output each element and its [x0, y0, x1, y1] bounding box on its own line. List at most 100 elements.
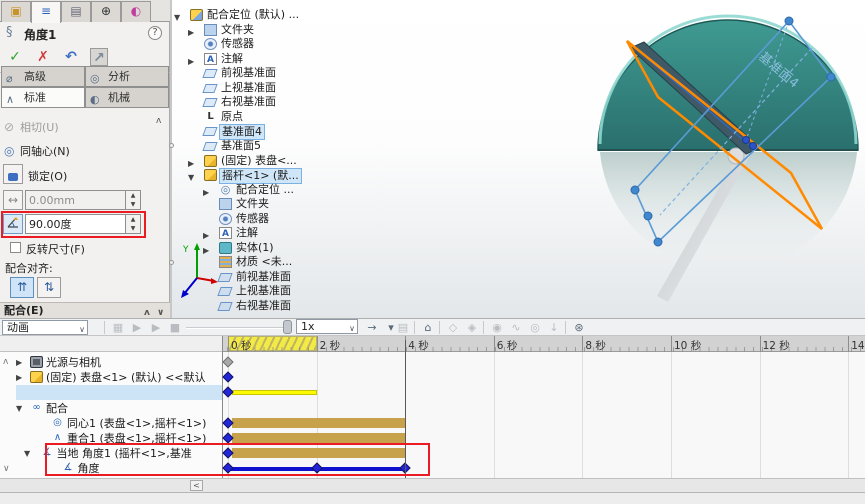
tree-item-label[interactable]: 基准面5 [221, 139, 261, 153]
tree-item-20[interactable]: 右视基准面 [0, 299, 420, 314]
tree-item-label[interactable]: 右视基准面 [221, 95, 276, 109]
spring-icon: ∿ [511, 321, 521, 334]
timeline-zoom-slider-handle[interactable] [283, 320, 292, 334]
motion-row-4[interactable]: ◎ 同心1 (表盘<1>,摇杆<1>) [0, 416, 222, 431]
annot-icon: A [204, 52, 217, 65]
plane-icon [217, 287, 233, 297]
annotation-box-angle-field [1, 211, 146, 238]
stop-icon: ■ [169, 321, 181, 334]
tree-item-2[interactable]: 传感器 [0, 37, 420, 52]
study-type-combo[interactable]: 动画 ∨ [2, 320, 88, 335]
solid-icon [219, 241, 232, 254]
tree-item-label[interactable]: 实体(1) [236, 241, 274, 255]
concentric-icon: ◎ [53, 416, 62, 428]
timeline-bar-gold[interactable] [232, 417, 406, 428]
tree-item-label[interactable]: 上视基准面 [221, 81, 276, 95]
tree-item-label[interactable]: 传感器 [236, 212, 269, 226]
model-3d-view[interactable]: 基准面4 [560, 0, 865, 315]
expand-arrow-icon[interactable]: ▶ [16, 373, 22, 382]
timeline-gridline [759, 352, 761, 478]
ruler-label: 12 秒 [762, 340, 790, 352]
tree-item-11[interactable]: ▼ 摇杆<1> (默... [0, 168, 420, 185]
ruler-major-tick [493, 336, 495, 352]
timeline-bar-yellow[interactable] [232, 390, 317, 396]
scroll-left-icon[interactable]: < [190, 480, 203, 491]
part-icon [204, 154, 217, 167]
tree-item-4[interactable]: 前视基准面 [0, 66, 420, 81]
motion-study-properties-icon[interactable]: ⊛ [571, 320, 587, 335]
motor-icon: ◉ [492, 321, 502, 334]
document-tab-bar: |◀◀▶▶|模型3D 视图运动算例 1 [0, 492, 865, 504]
tree-item-label[interactable]: 传感器 [221, 37, 254, 51]
expand-arrow-icon[interactable]: ▶ [16, 358, 22, 367]
animation-wizard-icon[interactable]: ⌂ [420, 320, 436, 335]
tree-item-9[interactable]: 基准面5 [0, 139, 420, 154]
motion-row-label[interactable]: (固定) 表盘<1> (默认) <<默认 [46, 370, 220, 385]
ruler-major-tick [582, 336, 584, 352]
playback-mode-icon[interactable]: → [364, 320, 380, 335]
timeline-gridline [493, 352, 495, 478]
tree-item-label[interactable]: 原点 [221, 110, 243, 124]
motion-row-1[interactable]: ▶ (固定) 表盘<1> (默认) <<默认 [0, 370, 222, 385]
tree-item-8[interactable]: 基准面4 [0, 124, 420, 141]
plane-icon [217, 272, 233, 282]
motion-row-label[interactable]: 同心1 (表盘<1>,摇杆<1>) [67, 416, 220, 431]
tree-item-12[interactable]: ▶ ◎ 配合定位 ... [0, 183, 420, 198]
motion-filter-bar: ▼▼▼▼▼ [0, 336, 222, 352]
part-icon [204, 169, 217, 182]
chevron-down-icon: ∨ [349, 324, 355, 333]
tree-item-label[interactable]: 注解 [221, 52, 243, 66]
row-highlight [16, 385, 222, 401]
plane-icon [202, 69, 218, 79]
tree-item-1[interactable]: ▶ 文件夹 [0, 23, 420, 38]
chevron-down-icon: ∨ [79, 325, 85, 334]
tree-item-13[interactable]: 文件夹 [0, 197, 420, 212]
scroll-down-icon[interactable]: ∨ [3, 464, 10, 474]
motion-row-3[interactable]: ▼ ∞ 配合 [0, 401, 222, 416]
playback-speed-combo[interactable]: 1x ∨ [296, 319, 358, 334]
ruler-label: 14 秒 [851, 340, 865, 352]
tree-item-3[interactable]: ▶ A 注解 [0, 52, 420, 67]
plane-icon [217, 302, 233, 311]
tree-item-label[interactable]: (固定) 表盘<... [221, 154, 297, 168]
tree-item-label[interactable]: 文件夹 [221, 23, 254, 37]
plane-icon [202, 98, 218, 108]
tree-item-label[interactable]: 注解 [236, 226, 258, 240]
tree-item-label[interactable]: 前视基准面 [236, 270, 291, 284]
tree-item-label[interactable]: 上视基准面 [236, 284, 291, 298]
sensor-icon [204, 38, 217, 51]
toolbar-separator [439, 321, 440, 334]
tree-item-16[interactable]: ▶ 实体(1) [0, 241, 420, 256]
tree-item-label[interactable]: 前视基准面 [221, 66, 276, 80]
motion-row-label[interactable]: 光源与相机 [46, 355, 220, 370]
tree-item-6[interactable]: 右视基准面 [0, 95, 420, 110]
motion-row-label[interactable]: 配合 [46, 401, 220, 416]
tree-item-5[interactable]: 上视基准面 [0, 81, 420, 96]
contact-icon: ◎ [530, 321, 540, 334]
tree-item-label[interactable]: 材质 <未... [236, 255, 292, 269]
matefold-icon: ◎ [220, 182, 231, 196]
tree-item-label[interactable]: 配合定位 (默认) ... [207, 8, 299, 22]
tree-item-label[interactable]: 文件夹 [236, 197, 269, 211]
tree-item-18[interactable]: 前视基准面 [0, 270, 420, 285]
timeline-zoom-slider-track[interactable] [186, 327, 292, 329]
toolbar-separator [565, 321, 566, 334]
tree-item-10[interactable]: ▶ (固定) 表盘<... [0, 154, 420, 169]
tree-item-label[interactable]: 右视基准面 [236, 299, 291, 313]
scroll-up-icon[interactable]: ʌ [3, 357, 8, 367]
tree-item-7[interactable]: L 原点 [0, 110, 420, 125]
tree-item-label[interactable]: 配合定位 ... [236, 183, 294, 197]
play-icon: ▶ [151, 321, 161, 334]
expand-arrow-icon[interactable]: ▼ [16, 404, 22, 413]
assembly-icon [190, 9, 203, 21]
timeline-bar-gold[interactable] [232, 433, 406, 443]
tree-item-0[interactable]: ▼ 配合定位 (默认) ... [0, 8, 420, 23]
expand-arrow-icon[interactable]: ▼ [24, 449, 30, 458]
motion-row-0[interactable]: ▶ 光源与相机 [0, 355, 222, 370]
ruler-label: 4 秒 [408, 340, 429, 352]
tree-item-19[interactable]: 上视基准面 [0, 284, 420, 299]
ruler-label: 6 秒 [496, 340, 518, 352]
tree-item-17[interactable]: 材质 <未... [0, 255, 420, 270]
plane-icon [202, 141, 218, 151]
ruler-label: 10 秒 [674, 340, 702, 352]
